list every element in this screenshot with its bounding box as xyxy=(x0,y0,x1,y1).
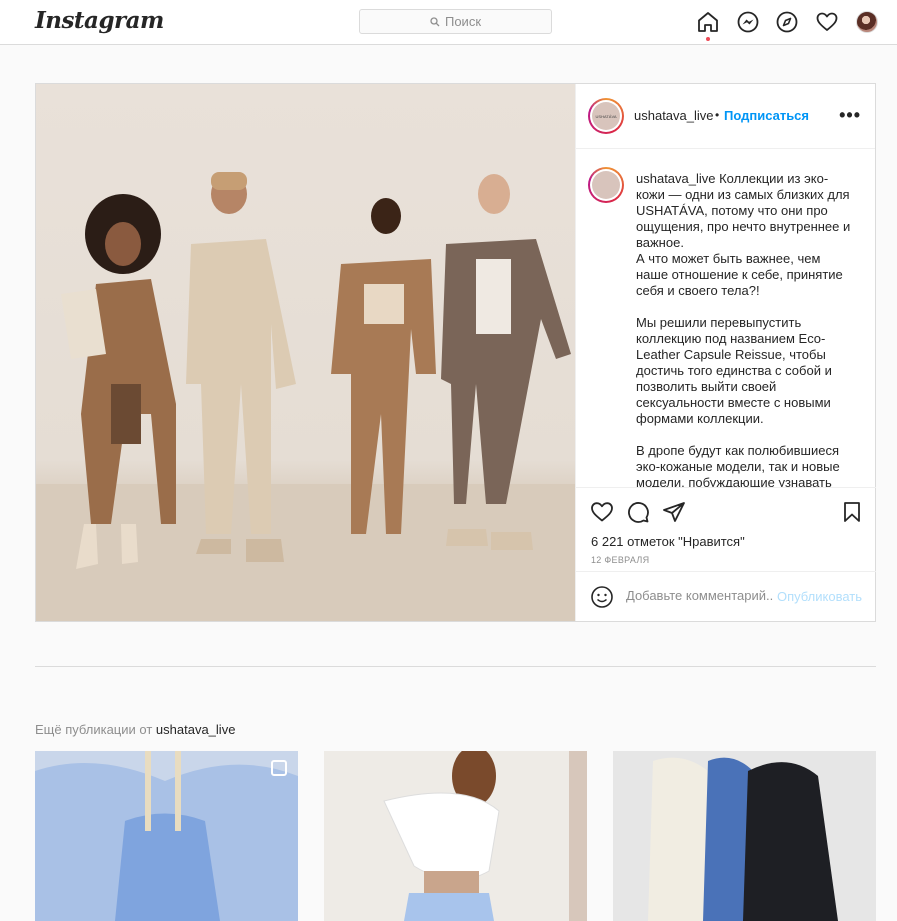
search-box[interactable]: Поиск xyxy=(359,9,552,34)
comment-input[interactable] xyxy=(626,588,774,603)
search-icon xyxy=(430,16,440,26)
more-post-thumbnail[interactable] xyxy=(324,751,587,921)
post-date: 12 февраля xyxy=(591,555,650,565)
more-posts-prefix: Ещё публикации от xyxy=(35,722,153,737)
post-header: USHATÁVA ushatava_live • Подписаться ••• xyxy=(576,84,875,149)
top-navigation-bar: Instagram Поиск xyxy=(0,0,897,45)
emoji-icon[interactable] xyxy=(590,585,614,609)
follow-button[interactable]: Подписаться xyxy=(724,108,809,123)
comment-icon[interactable] xyxy=(626,500,650,524)
section-divider xyxy=(35,666,876,667)
home-active-dot xyxy=(706,37,710,41)
likes-count[interactable]: 6 221 отметок "Нравится" xyxy=(591,534,745,549)
author-avatar-image: USHATÁVA xyxy=(592,102,620,130)
post-caption: ushatava_live Коллекции из эко-кожи — од… xyxy=(636,171,856,487)
post-sidebar: USHATÁVA ushatava_live • Подписаться •••… xyxy=(575,84,876,622)
post-card: USHATÁVA ushatava_live • Подписаться •••… xyxy=(35,83,876,622)
more-options-icon[interactable]: ••• xyxy=(839,106,861,124)
header-separator: • xyxy=(715,108,720,122)
messenger-icon[interactable] xyxy=(736,10,760,34)
more-posts-username[interactable]: ushatava_live xyxy=(156,722,236,737)
more-post-thumbnail[interactable] xyxy=(35,751,298,921)
explore-icon[interactable] xyxy=(775,10,799,34)
like-heart-icon[interactable] xyxy=(590,500,614,524)
publish-button[interactable]: Опубликовать xyxy=(777,589,862,604)
post-photo[interactable] xyxy=(36,84,575,621)
author-avatar[interactable]: USHATÁVA xyxy=(588,98,624,134)
caption-avatar[interactable] xyxy=(588,167,624,203)
post-actions: 6 221 отметок "Нравится" 12 февраля xyxy=(576,487,876,565)
more-post-thumbnail[interactable] xyxy=(613,751,876,921)
activity-heart-icon[interactable] xyxy=(815,10,839,34)
caption-avatar-image xyxy=(592,171,620,199)
post-username[interactable]: ushatava_live xyxy=(634,108,714,123)
save-bookmark-icon[interactable] xyxy=(840,500,864,524)
home-icon[interactable] xyxy=(696,10,720,34)
more-posts-title: Ещё публикации от ushatava_live xyxy=(35,722,235,737)
search-placeholder: Поиск xyxy=(444,14,482,29)
profile-avatar[interactable] xyxy=(856,11,878,33)
add-comment-row: Опубликовать xyxy=(576,571,876,622)
caption-area: ushatava_live Коллекции из эко-кожи — од… xyxy=(576,149,876,487)
instagram-logo[interactable]: Instagram xyxy=(35,7,164,34)
caption-username[interactable]: ushatava_live xyxy=(636,171,716,186)
share-icon[interactable] xyxy=(662,500,686,524)
caption-body: Коллекции из эко-кожи — одни из самых бл… xyxy=(636,171,851,487)
